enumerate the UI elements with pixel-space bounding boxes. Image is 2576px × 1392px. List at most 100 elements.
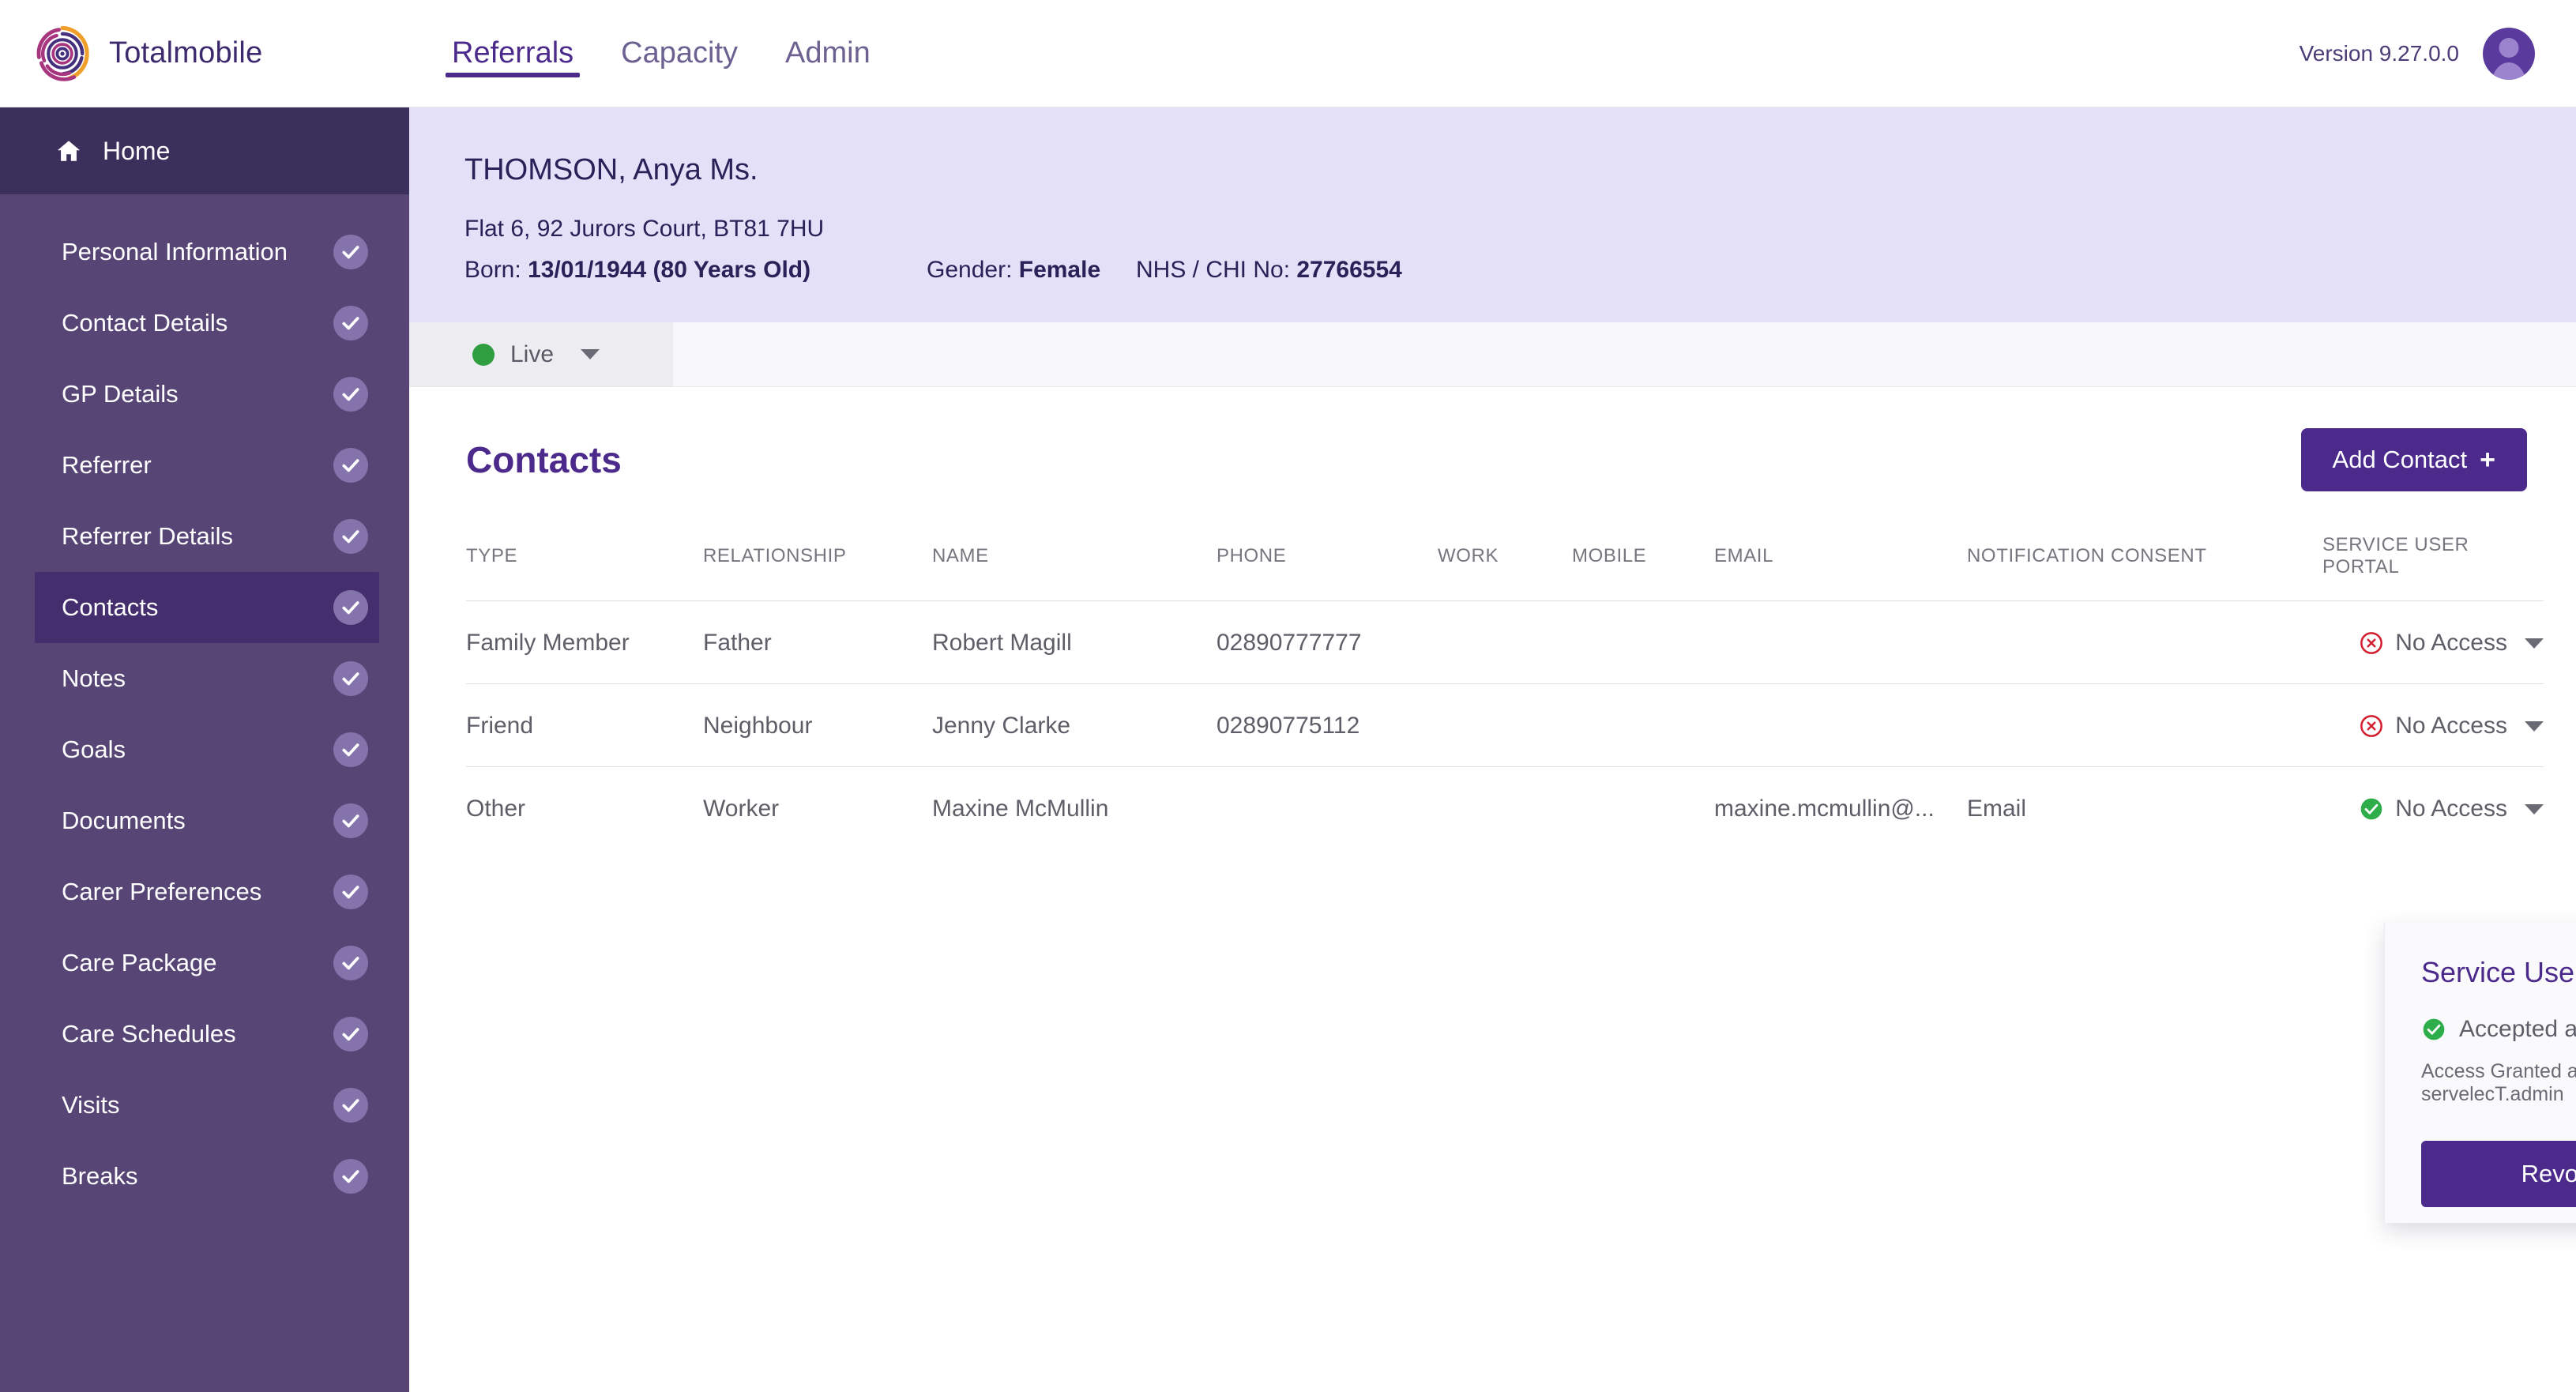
sidebar-item-label: Notes xyxy=(62,664,126,692)
sidebar-item-label: Care Schedules xyxy=(62,1020,236,1048)
contacts-table-body: Family Member Father Robert Magill 02890… xyxy=(466,600,2544,849)
popover-granted-text: Access Granted at 02/11/24 16:23 by serv… xyxy=(2421,1060,2576,1105)
column-header-notification-consent: NOTIFICATION CONSENT xyxy=(1967,545,2207,566)
portal-status-label: No Access xyxy=(2395,796,2507,822)
revoke-sup-access-button[interactable]: Revoke SUP Access xyxy=(2421,1141,2576,1207)
sidebar-item-goals[interactable]: Goals xyxy=(0,714,409,785)
born-label: Born: xyxy=(464,257,521,283)
contacts-panel-header: Contacts Add Contact + xyxy=(466,428,2527,491)
cell-mobile xyxy=(1572,600,1714,684)
nav-tab-referrals[interactable]: Referrals xyxy=(428,0,597,107)
popover-status-row: Accepted access to SUP xyxy=(2421,1016,2576,1043)
sidebar-item-notes[interactable]: Notes xyxy=(0,643,409,714)
status-label: Live xyxy=(510,340,555,367)
sidebar: Home Personal Information Contact Detail… xyxy=(0,107,409,1392)
sidebar-item-contacts[interactable]: Contacts xyxy=(35,572,379,643)
sidebar-item-label: Goals xyxy=(62,736,126,763)
sidebar-item-personal-information[interactable]: Personal Information xyxy=(0,216,409,288)
cell-notification-consent: Email xyxy=(1967,766,2322,849)
brand[interactable]: Totalmobile xyxy=(0,24,411,83)
app-root: Totalmobile Referrals Capacity Admin Ver… xyxy=(0,0,2576,1392)
sidebar-item-referrer[interactable]: Referrer xyxy=(0,430,409,501)
patient-nhs: NHS / CHI No: 27766554 xyxy=(1136,257,1402,284)
patient-address: Flat 6, 92 Jurors Court, BT81 7HU xyxy=(464,216,825,242)
status-tab-strip: Live xyxy=(409,322,2576,387)
status-tab-live[interactable]: Live xyxy=(409,322,673,386)
status-dot-icon xyxy=(472,343,495,366)
sidebar-item-label: Contacts xyxy=(62,593,159,621)
portal-status-dropdown[interactable]: No Access xyxy=(2322,713,2544,739)
cell-name: Jenny Clarke xyxy=(932,683,1217,767)
check-icon xyxy=(333,306,368,340)
sidebar-item-documents[interactable]: Documents xyxy=(0,785,409,856)
column-header-name: NAME xyxy=(932,545,989,566)
nhs-label: NHS / CHI No: xyxy=(1136,257,1291,283)
contacts-table: TYPE RELATIONSHIP NAME PHONE WORK MOBILE… xyxy=(466,534,2544,849)
popover-status-text: Accepted access to SUP xyxy=(2459,1016,2576,1042)
sidebar-item-label: Referrer xyxy=(62,451,152,479)
cell-service-user-portal: No Access xyxy=(2322,683,2544,767)
page-title: Contacts xyxy=(466,439,622,480)
check-icon xyxy=(333,377,368,412)
circle-x-icon xyxy=(2360,715,2383,737)
check-icon xyxy=(333,448,368,483)
nav-tab-admin[interactable]: Admin xyxy=(762,0,894,107)
nav-tab-capacity[interactable]: Capacity xyxy=(597,0,762,107)
chevron-down-icon[interactable] xyxy=(2525,638,2544,649)
sidebar-item-carer-preferences[interactable]: Carer Preferences xyxy=(0,856,409,927)
patient-header: THOMSON, Anya Ms. Flat 6, 92 Jurors Cour… xyxy=(409,107,2576,322)
sidebar-item-visits[interactable]: Visits xyxy=(0,1070,409,1141)
cell-type: Other xyxy=(466,766,703,849)
check-icon xyxy=(333,803,368,838)
main-nav: Referrals Capacity Admin xyxy=(428,0,894,107)
table-row[interactable]: Other Worker Maxine McMullin maxine.mcmu… xyxy=(466,766,2544,849)
portal-status-label: No Access xyxy=(2395,713,2507,739)
check-icon xyxy=(333,519,368,554)
gender-label: Gender: xyxy=(927,257,1013,283)
cell-mobile xyxy=(1572,683,1714,767)
check-icon xyxy=(333,590,368,625)
sidebar-item-label: Breaks xyxy=(62,1162,138,1190)
fingerprint-logo-icon xyxy=(36,25,89,81)
add-contact-button[interactable]: Add Contact + xyxy=(2300,428,2527,491)
chevron-down-icon[interactable] xyxy=(2525,720,2544,732)
patient-name: THOMSON, Anya Ms. xyxy=(464,153,758,186)
sidebar-item-home[interactable]: Home xyxy=(0,107,409,194)
born-value: 13/01/1944 (80 Years Old) xyxy=(528,257,811,283)
sidebar-item-gp-details[interactable]: GP Details xyxy=(0,359,409,430)
version-label: Version 9.27.0.0 xyxy=(2299,40,2459,66)
column-header-relationship: RELATIONSHIP xyxy=(703,545,847,566)
cell-work xyxy=(1438,600,1572,684)
cell-notification-consent xyxy=(1967,600,2322,684)
check-icon xyxy=(333,1159,368,1194)
sidebar-item-care-schedules[interactable]: Care Schedules xyxy=(0,999,409,1070)
check-icon xyxy=(333,946,368,980)
sidebar-item-contact-details[interactable]: Contact Details xyxy=(0,288,409,359)
sidebar-item-breaks[interactable]: Breaks xyxy=(0,1141,409,1212)
sidebar-item-label: Visits xyxy=(62,1091,120,1119)
sidebar-nav-list: Personal Information Contact Details GP … xyxy=(0,194,409,1212)
cell-relationship: Father xyxy=(703,600,932,684)
home-icon xyxy=(57,141,81,161)
sidebar-item-referrer-details[interactable]: Referrer Details xyxy=(0,501,409,572)
table-row[interactable]: Family Member Father Robert Magill 02890… xyxy=(466,600,2544,684)
cell-name: Robert Magill xyxy=(932,600,1217,684)
column-header-phone: PHONE xyxy=(1217,545,1287,566)
portal-status-dropdown[interactable]: No Access xyxy=(2322,630,2544,656)
contacts-panel: Contacts Add Contact + TYPE RELATIONSHIP… xyxy=(409,387,2576,849)
check-icon xyxy=(333,661,368,696)
sidebar-item-care-package[interactable]: Care Package xyxy=(0,927,409,999)
chevron-down-icon[interactable] xyxy=(2525,803,2544,815)
cell-phone: 02890777777 xyxy=(1217,600,1438,684)
table-header-row: TYPE RELATIONSHIP NAME PHONE WORK MOBILE… xyxy=(466,534,2544,601)
user-avatar-icon[interactable] xyxy=(2483,27,2535,80)
revoke-button-label: Revoke SUP Access xyxy=(2521,1160,2576,1187)
sidebar-home-label: Home xyxy=(103,136,171,165)
sidebar-item-label: Contact Details xyxy=(62,309,228,337)
portal-status-dropdown[interactable]: No Access xyxy=(2322,796,2544,822)
table-row[interactable]: Friend Neighbour Jenny Clarke 0289077511… xyxy=(466,683,2544,767)
chevron-down-icon[interactable] xyxy=(581,349,600,359)
column-header-type: TYPE xyxy=(466,545,518,566)
nhs-value: 27766554 xyxy=(1296,257,1402,283)
sidebar-item-label: Care Package xyxy=(62,949,217,976)
